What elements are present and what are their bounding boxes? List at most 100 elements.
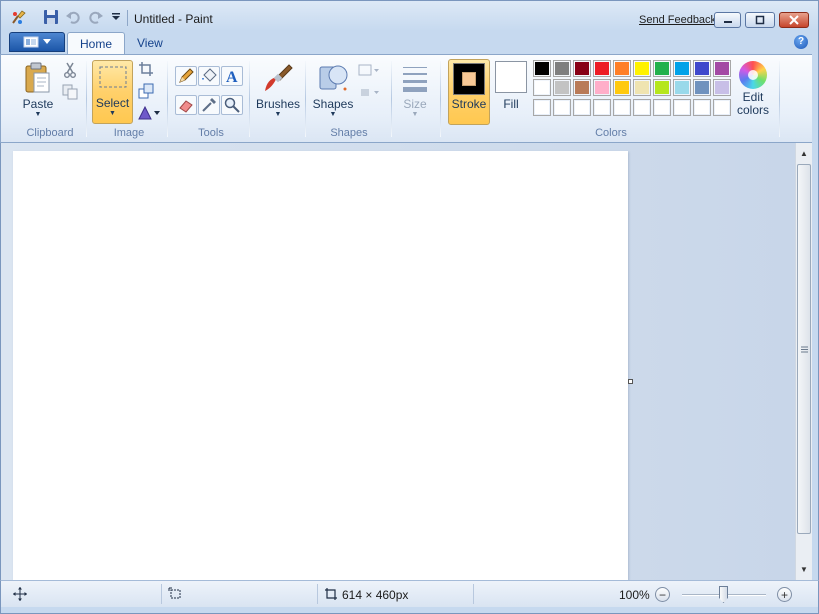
palette-swatch[interactable] <box>693 79 711 96</box>
resize-icon[interactable] <box>135 81 157 101</box>
palette-swatch[interactable] <box>673 99 691 116</box>
tab-home[interactable]: Home <box>67 32 126 55</box>
ribbon-panel: Paste ▼ Clipboard Select ▼ Image A Tools… <box>0 54 819 143</box>
rotate-icon[interactable] <box>135 103 163 123</box>
palette-swatch-color <box>555 101 569 114</box>
palette-swatch[interactable] <box>593 60 611 77</box>
palette-swatch-color <box>615 81 629 94</box>
palette-swatch[interactable] <box>693 60 711 77</box>
palette-swatch[interactable] <box>673 79 691 96</box>
drawing-canvas[interactable] <box>13 151 628 580</box>
canvas-resize-handle[interactable] <box>628 379 633 384</box>
copy-icon[interactable] <box>59 82 81 102</box>
send-feedback-link[interactable]: Send Feedback <box>639 14 716 26</box>
palette-swatch-color <box>615 101 629 114</box>
shapes-group-label: Shapes <box>330 127 368 139</box>
fill-dropdown[interactable] <box>357 82 381 102</box>
palette-swatch-color <box>535 81 549 94</box>
close-button[interactable] <box>779 12 809 28</box>
palette-swatch[interactable] <box>633 79 651 96</box>
palette-swatch-color <box>535 101 549 114</box>
grip-icon <box>800 346 808 352</box>
palette-swatch[interactable] <box>553 79 571 96</box>
brushes-dropdown-icon: ▼ <box>274 111 282 118</box>
title-bar: Untitled - Paint Send Feedback <box>0 0 819 31</box>
scroll-thumb[interactable] <box>797 164 811 534</box>
window-title: Untitled - Paint <box>134 12 213 26</box>
crop-icon[interactable] <box>135 59 157 79</box>
palette-swatch[interactable] <box>573 99 591 116</box>
pencil-icon[interactable] <box>175 66 197 86</box>
image-size-icon <box>324 587 338 604</box>
zoom-slider-thumb[interactable] <box>719 586 728 603</box>
size-button[interactable]: Size ▼ <box>397 61 433 119</box>
palette-swatch[interactable] <box>533 99 551 116</box>
shapes-button[interactable]: Shapes ▼ <box>311 61 355 119</box>
magnifier-icon[interactable] <box>221 95 243 115</box>
fill-color-button[interactable]: Fill <box>494 61 528 111</box>
select-button[interactable]: Select ▼ <box>92 60 133 124</box>
palette-swatch[interactable] <box>653 99 671 116</box>
zoom-out-button[interactable]: − <box>655 587 670 602</box>
group-separator <box>305 61 306 137</box>
fill-bucket-icon[interactable] <box>198 66 220 86</box>
stroke-color-button[interactable]: Stroke <box>448 59 490 125</box>
palette-swatch[interactable] <box>713 79 731 96</box>
palette-swatch[interactable] <box>553 99 571 116</box>
palette-swatch[interactable] <box>713 99 731 116</box>
paint-menu-button[interactable] <box>9 32 65 52</box>
zoom-in-button[interactable]: + <box>777 587 792 602</box>
palette-swatch[interactable] <box>653 60 671 77</box>
palette-swatch[interactable] <box>533 60 551 77</box>
stroke-label: Stroke <box>451 97 487 111</box>
paste-button[interactable]: Paste ▼ <box>19 61 57 119</box>
scroll-up-arrow[interactable]: ▲ <box>796 145 812 162</box>
vertical-scrollbar[interactable]: ▲ ▼ <box>795 143 812 580</box>
paint-app-icon[interactable] <box>9 7 29 27</box>
palette-swatch[interactable] <box>653 79 671 96</box>
text-tool-icon[interactable]: A <box>221 66 243 86</box>
customize-quick-access-icon[interactable] <box>106 7 126 27</box>
cursor-position-icon <box>13 587 27 604</box>
edit-colors-button[interactable]: Edit colors <box>734 61 772 117</box>
outline-dropdown[interactable] <box>357 60 381 80</box>
palette-swatch[interactable] <box>613 99 631 116</box>
palette-swatch-color <box>695 62 709 75</box>
svg-text:A: A <box>226 69 238 84</box>
eraser-icon[interactable] <box>175 95 197 115</box>
palette-swatch[interactable] <box>553 60 571 77</box>
palette-swatch[interactable] <box>613 60 631 77</box>
cut-icon[interactable] <box>59 60 81 80</box>
paste-dropdown-icon: ▼ <box>34 111 42 118</box>
select-label: Select <box>95 96 130 110</box>
palette-swatch[interactable] <box>593 99 611 116</box>
palette-swatch[interactable] <box>613 79 631 96</box>
palette-swatch[interactable] <box>533 79 551 96</box>
status-bar: 614 × 460px 100% − + <box>0 580 819 607</box>
palette-swatch-color <box>675 101 689 114</box>
color-picker-icon[interactable] <box>198 95 220 115</box>
minimize-button[interactable] <box>714 12 741 28</box>
help-icon[interactable]: ? <box>794 35 808 49</box>
maximize-button[interactable] <box>745 12 775 28</box>
scroll-down-arrow[interactable]: ▼ <box>796 561 812 578</box>
palette-swatch[interactable] <box>693 99 711 116</box>
group-separator <box>391 61 392 137</box>
tab-view[interactable]: View <box>125 32 175 54</box>
undo-icon[interactable] <box>63 7 83 27</box>
palette-swatch[interactable] <box>713 60 731 77</box>
colors-group-label: Colors <box>595 127 627 139</box>
redo-icon[interactable] <box>86 7 106 27</box>
palette-swatch[interactable] <box>673 60 691 77</box>
palette-swatch[interactable] <box>633 99 651 116</box>
palette-swatch-color <box>715 101 729 114</box>
save-icon[interactable] <box>41 7 61 27</box>
palette-swatch[interactable] <box>633 60 651 77</box>
palette-swatch[interactable] <box>573 79 591 96</box>
palette-swatch[interactable] <box>573 60 591 77</box>
close-icon <box>789 15 799 25</box>
palette-swatch-color <box>595 81 609 94</box>
palette-swatch[interactable] <box>593 79 611 96</box>
brushes-button[interactable]: Brushes ▼ <box>256 61 300 119</box>
brushes-label: Brushes <box>255 97 301 111</box>
